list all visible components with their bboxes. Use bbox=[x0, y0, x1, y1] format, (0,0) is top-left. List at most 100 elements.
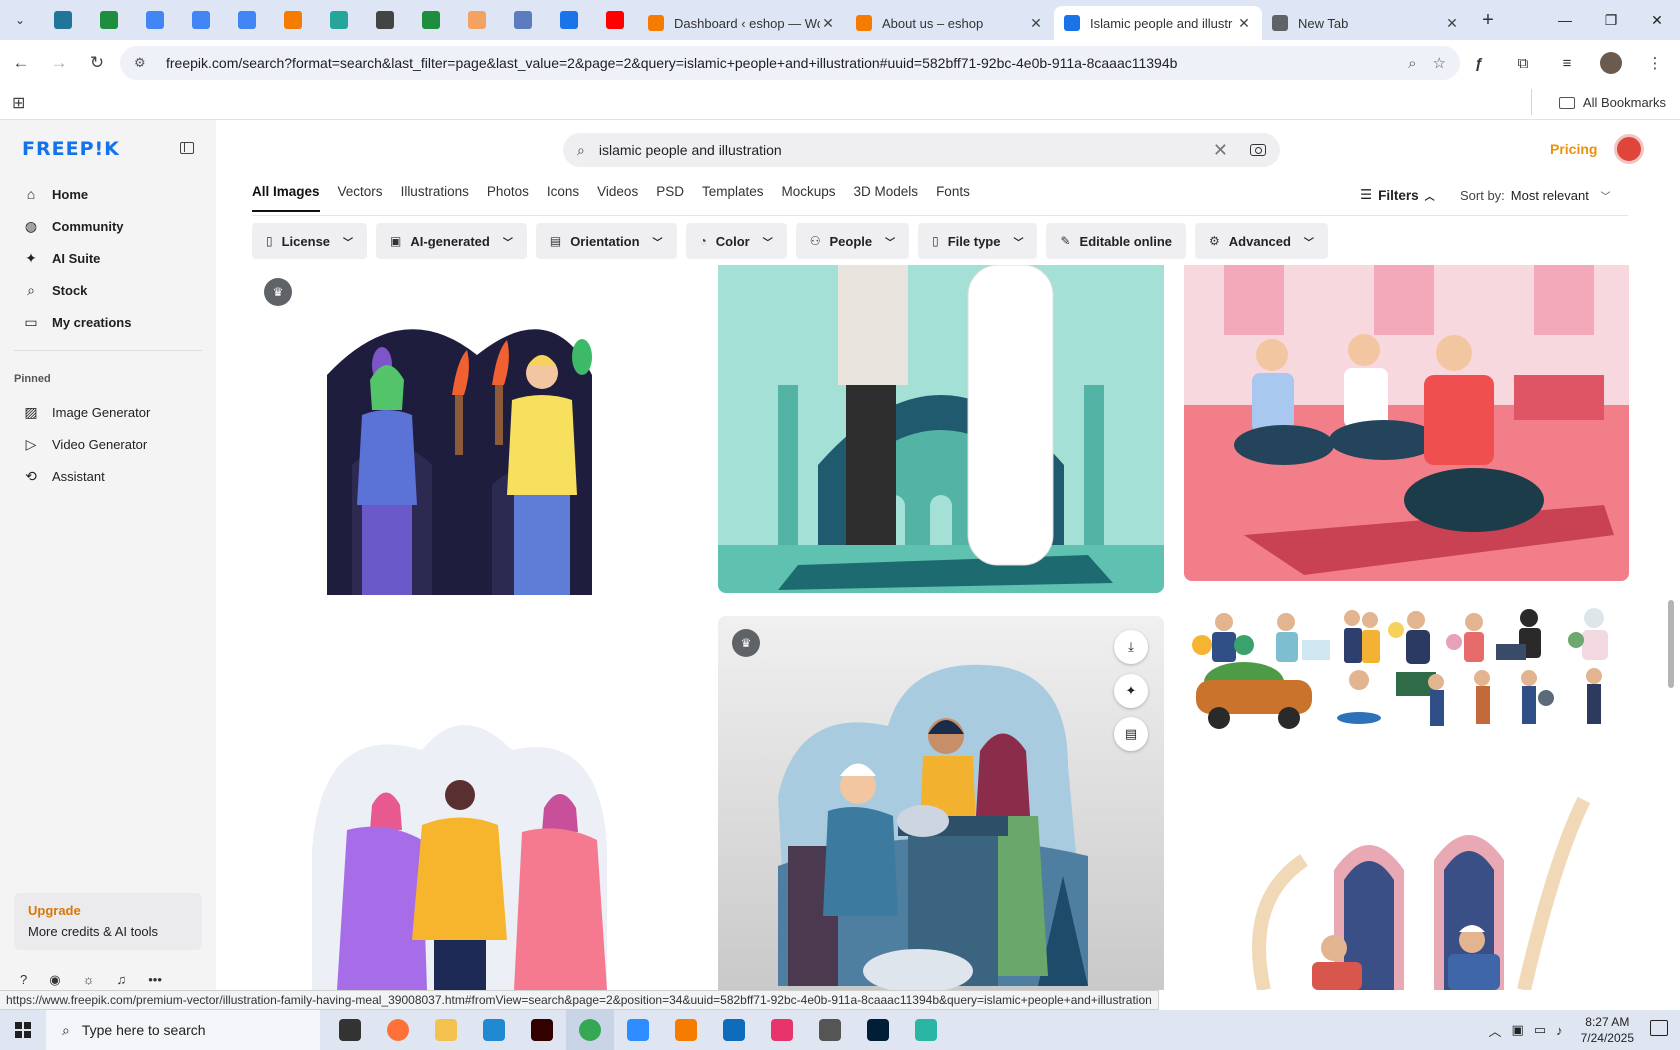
pinned-tab[interactable] bbox=[500, 0, 546, 40]
image-card[interactable] bbox=[718, 265, 1164, 593]
taskbar-app[interactable] bbox=[854, 1010, 902, 1050]
network-icon[interactable]: ▣ bbox=[1512, 1022, 1524, 1038]
taskbar-app[interactable] bbox=[758, 1010, 806, 1050]
clear-search-icon[interactable]: ✕ bbox=[1213, 140, 1228, 161]
filter-editable-online[interactable]: ✎ Editable online bbox=[1046, 223, 1187, 259]
pinned-tab[interactable] bbox=[86, 0, 132, 40]
more-icon[interactable]: ••• bbox=[148, 972, 162, 988]
discord-icon[interactable]: ◉ bbox=[49, 972, 60, 988]
reload-icon[interactable]: ↻ bbox=[80, 46, 114, 80]
tab-icons[interactable]: Icons bbox=[547, 184, 579, 212]
extensions-puzzle-icon[interactable]: ⧉ bbox=[1508, 46, 1538, 80]
sidebar-item-home[interactable]: ⌂ Home bbox=[14, 178, 202, 210]
help-icon[interactable]: ? bbox=[20, 972, 27, 988]
menu-icon[interactable]: ⋮ bbox=[1640, 46, 1670, 80]
pricing-link[interactable]: Pricing bbox=[1550, 141, 1597, 157]
pinned-tab[interactable] bbox=[132, 0, 178, 40]
site-info-icon[interactable]: ⚙ bbox=[134, 55, 152, 71]
media-controls-icon[interactable]: ≡ bbox=[1552, 46, 1582, 80]
image-card[interactable]: ♛ ⤓ ✦ ▤ bbox=[718, 616, 1164, 990]
image-card[interactable]: ♛ bbox=[252, 265, 666, 635]
pinned-tab[interactable] bbox=[270, 0, 316, 40]
taskbar-app[interactable] bbox=[902, 1010, 950, 1050]
forward-icon[interactable]: → bbox=[42, 46, 76, 80]
browser-tab[interactable]: About us – eshop ✕ bbox=[846, 6, 1054, 40]
camera-search-icon[interactable] bbox=[1250, 144, 1266, 156]
all-bookmarks[interactable]: All Bookmarks bbox=[1530, 89, 1666, 115]
browser-tab[interactable]: Dashboard ‹ eshop — Wo ✕ bbox=[638, 6, 846, 40]
tab-psd[interactable]: PSD bbox=[656, 184, 684, 212]
filter-license[interactable]: ▯ License ﹀ bbox=[252, 223, 368, 259]
sort-by[interactable]: Sort by: Most relevant ﹀ bbox=[1460, 188, 1610, 203]
filter-file-type[interactable]: ▯ File type ﹀ bbox=[918, 223, 1038, 259]
sidebar-item-assistant[interactable]: ⟲ Assistant bbox=[14, 460, 202, 492]
taskbar-app[interactable] bbox=[470, 1010, 518, 1050]
close-window-icon[interactable]: ✕ bbox=[1634, 0, 1680, 40]
bookmark-star-icon[interactable]: ☆ bbox=[1433, 54, 1446, 72]
address-bar[interactable]: ⚙ freepik.com/search?format=search&last_… bbox=[120, 46, 1460, 80]
start-button[interactable] bbox=[0, 1010, 46, 1050]
sort-value[interactable]: Most relevant bbox=[1511, 188, 1589, 203]
tab-search-icon[interactable]: ⌄ bbox=[0, 0, 40, 40]
taskbar-app[interactable] bbox=[566, 1010, 614, 1050]
sidebar-item-community[interactable]: ◍ Community bbox=[14, 210, 202, 242]
pinned-tab[interactable] bbox=[224, 0, 270, 40]
tab-vectors[interactable]: Vectors bbox=[338, 184, 383, 212]
ai-edit-icon[interactable]: ✦ bbox=[1114, 674, 1148, 708]
taskbar-app[interactable] bbox=[326, 1010, 374, 1050]
tab-photos[interactable]: Photos bbox=[487, 184, 529, 212]
close-tab-icon[interactable]: ✕ bbox=[1028, 15, 1044, 32]
profile-avatar[interactable] bbox=[1596, 46, 1626, 80]
tab-videos[interactable]: Videos bbox=[597, 184, 638, 212]
pinned-tab[interactable] bbox=[408, 0, 454, 40]
pinned-tab[interactable] bbox=[362, 0, 408, 40]
pinned-tab[interactable] bbox=[178, 0, 224, 40]
tab-fonts[interactable]: Fonts bbox=[936, 184, 970, 212]
notification-icon[interactable] bbox=[1650, 1020, 1668, 1036]
close-tab-icon[interactable]: ✕ bbox=[820, 15, 836, 32]
browser-tab[interactable]: New Tab ✕ bbox=[1262, 6, 1470, 40]
image-card[interactable] bbox=[252, 700, 666, 990]
pinned-tab[interactable] bbox=[454, 0, 500, 40]
taskbar-app[interactable] bbox=[518, 1010, 566, 1050]
clock[interactable]: 8:27 AM 7/24/2025 bbox=[1581, 1014, 1634, 1046]
collapse-sidebar-icon[interactable] bbox=[180, 142, 194, 154]
upgrade-card[interactable]: Upgrade More credits & AI tools bbox=[14, 893, 202, 950]
restore-icon[interactable]: ❐ bbox=[1588, 0, 1634, 40]
tab-mockups[interactable]: Mockups bbox=[782, 184, 836, 212]
download-icon[interactable]: ⤓ bbox=[1114, 630, 1148, 664]
tab-3d-models[interactable]: 3D Models bbox=[854, 184, 919, 212]
freepik-logo[interactable]: FREEP!K bbox=[22, 138, 120, 160]
user-avatar[interactable] bbox=[1614, 134, 1644, 164]
pinned-tab[interactable] bbox=[546, 0, 592, 40]
tab-all-images[interactable]: All Images bbox=[252, 184, 320, 212]
new-tab-button[interactable]: + bbox=[1470, 2, 1506, 38]
pinned-tab[interactable] bbox=[40, 0, 86, 40]
apps-grid-icon[interactable]: ⊞ bbox=[12, 93, 25, 113]
search-input[interactable]: islamic people and illustration bbox=[599, 142, 1213, 158]
sidebar-item-my-creations[interactable]: ▭ My creations bbox=[14, 306, 202, 338]
taskbar-app[interactable] bbox=[662, 1010, 710, 1050]
close-tab-icon[interactable]: ✕ bbox=[1444, 15, 1460, 32]
image-card[interactable] bbox=[1184, 600, 1629, 755]
minimize-icon[interactable]: — bbox=[1542, 0, 1588, 40]
sidebar-item-ai-suite[interactable]: ✦ AI Suite bbox=[14, 242, 202, 274]
extension-icon[interactable]: ƒ bbox=[1464, 46, 1494, 80]
volume-icon[interactable]: ♪ bbox=[1556, 1023, 1563, 1038]
taskbar-search[interactable]: ⌕ Type here to search bbox=[46, 1010, 320, 1050]
url-text[interactable]: freepik.com/search?format=search&last_fi… bbox=[166, 55, 1392, 71]
sidebar-item-stock[interactable]: ⌕ Stock bbox=[14, 274, 202, 306]
zoom-icon[interactable]: ⌕ bbox=[1408, 55, 1416, 72]
pinned-tab[interactable] bbox=[316, 0, 362, 40]
filters-button[interactable]: ☰ Filters ︿ bbox=[1360, 187, 1435, 203]
taskbar-app[interactable] bbox=[614, 1010, 662, 1050]
tab-illustrations[interactable]: Illustrations bbox=[401, 184, 469, 212]
page-scrollbar[interactable] bbox=[1668, 600, 1674, 688]
save-to-collection-icon[interactable]: ▤ bbox=[1114, 717, 1148, 751]
filter-ai-generated[interactable]: ▣ AI-generated ﹀ bbox=[376, 223, 527, 259]
tab-templates[interactable]: Templates bbox=[702, 184, 764, 212]
search-bar[interactable]: ⌕ islamic people and illustration ✕ bbox=[563, 133, 1280, 167]
filter-color[interactable]: ◔ Color ﹀ bbox=[685, 223, 787, 259]
filter-people[interactable]: ⚇ People ﹀ bbox=[795, 223, 910, 259]
sidebar-item-image-generator[interactable]: ▨ Image Generator bbox=[14, 396, 202, 428]
